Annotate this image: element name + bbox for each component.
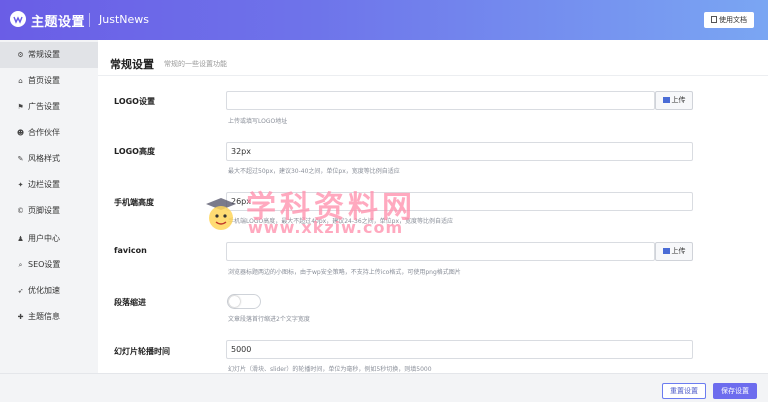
sidebar-item-label: 边栏设置 <box>28 180 60 189</box>
settings-panel: 常规设置 常规的一些设置功能 LOGO设置 上传 上传或填写LOGO地址 LOG… <box>98 40 768 402</box>
indent-help-text: 文章段落首行缩进2个文字宽度 <box>228 316 310 323</box>
indent-label: 段落缩进 <box>114 298 146 307</box>
sidebar-item-home[interactable]: ⌂ 首页设置 <box>0 68 98 94</box>
copyright-icon: © <box>17 207 24 215</box>
reset-settings-button[interactable]: 重置设置 <box>662 383 706 399</box>
section-divider <box>98 75 768 76</box>
slider-interval-help-text: 幻灯片（滑块、slider）的轮播时间，单位为毫秒，例如5秒切换，则填5000 <box>228 366 432 373</box>
mobile-height-help-text: 手机端LOGO高度，最大不超过40px，建议24-36之间，单位px，宽度等比例… <box>228 218 454 225</box>
favicon-label: favicon <box>114 246 147 255</box>
theme-name: JustNews <box>99 13 149 26</box>
logo-height-input[interactable]: 32px <box>226 142 693 161</box>
sidebar-item-general[interactable]: ⚙ 常规设置 <box>0 42 98 68</box>
favicon-upload-button[interactable]: 上传 <box>655 242 693 261</box>
toggle-knob <box>229 296 240 307</box>
sidebar-item-ads[interactable]: ⚑ 广告设置 <box>0 94 98 120</box>
footer-bar <box>0 373 768 402</box>
wordpress-logo-icon <box>10 11 26 27</box>
section-subtitle: 常规的一些设置功能 <box>164 60 227 68</box>
rocket-icon: ➶ <box>17 287 24 295</box>
users-icon: ☻ <box>16 129 25 137</box>
save-settings-button[interactable]: 保存设置 <box>713 383 757 399</box>
sidebar-item-sidebar[interactable]: ✦ 边栏设置 <box>0 172 98 198</box>
sidebar-item-footer[interactable]: © 页脚设置 <box>0 198 98 224</box>
sidebar-item-label: 首页设置 <box>28 76 60 85</box>
logo-help-text: 上传或填写LOGO地址 <box>228 118 288 125</box>
sidebar-item-label: 广告设置 <box>28 102 60 111</box>
mobile-height-label: 手机端高度 <box>114 198 154 207</box>
sidebar-item-label: 页脚设置 <box>28 206 60 215</box>
image-icon <box>662 248 670 254</box>
slider-interval-input[interactable]: 5000 <box>226 340 693 359</box>
logo-upload-button[interactable]: 上传 <box>655 91 693 110</box>
sidebar-item-label: 用户中心 <box>28 234 60 243</box>
sidebar-item-optimize[interactable]: ➶ 优化加速 <box>0 278 98 304</box>
sidebar-item-label: 风格样式 <box>28 154 60 163</box>
user-icon: ♟ <box>17 235 24 243</box>
gear-icon: ⚙ <box>17 51 24 59</box>
sidebar-item-partners[interactable]: ☻ 合作伙伴 <box>0 120 98 146</box>
sidebar-item-style[interactable]: ✎ 风格样式 <box>0 146 98 172</box>
sidebar-item-seo[interactable]: ⌕ SEO设置 <box>0 252 98 278</box>
document-icon <box>711 16 717 23</box>
brush-icon: ✎ <box>17 155 24 163</box>
logo-height-help-text: 最大不超过50px，建议30-40之间，单位px，宽度等比例自适应 <box>228 168 400 175</box>
sidebar-item-user-center[interactable]: ♟ 用户中心 <box>0 226 98 252</box>
upload-label: 上传 <box>671 247 686 255</box>
page-heading: 主题设置 <box>31 15 86 30</box>
sidebar-item-label: 主题信息 <box>28 312 60 321</box>
logo-label: LOGO设置 <box>114 97 155 106</box>
search-icon: ⌕ <box>18 261 23 269</box>
sidebar-item-label: 合作伙伴 <box>28 128 60 137</box>
slider-interval-label: 幻灯片轮播时间 <box>114 347 170 356</box>
home-icon: ⌂ <box>18 77 23 85</box>
upload-label: 上传 <box>671 96 686 104</box>
logo-height-label: LOGO高度 <box>114 147 155 156</box>
section-title: 常规设置 <box>110 58 154 71</box>
documentation-button-label: 使用文档 <box>719 16 747 24</box>
header-divider <box>89 13 90 27</box>
favicon-url-input[interactable] <box>226 242 655 261</box>
mobile-height-input[interactable]: 26px <box>226 192 693 211</box>
image-icon <box>662 97 670 103</box>
top-header: 主题设置 JustNews 使用文档 <box>0 0 768 40</box>
sidebar: ⚙ 常规设置 ⌂ 首页设置 ⚑ 广告设置 ☻ 合作伙伴 ✎ 风格样式 ✦ 边栏设置 © 页脚设… <box>0 40 98 402</box>
indent-toggle[interactable] <box>227 294 261 309</box>
sidebar-item-label: 常规设置 <box>28 50 60 59</box>
documentation-button[interactable]: 使用文档 <box>704 12 754 28</box>
flag-icon: ⚑ <box>17 103 24 111</box>
favicon-help-text: 浏览器标题两边的小图标，由于wp安全策略，不支持上传ico格式，可使用png格式… <box>228 269 461 276</box>
sidebar-item-label: SEO设置 <box>28 260 61 269</box>
sidebar-item-theme-info[interactable]: ✚ 主题信息 <box>0 304 98 330</box>
logo-url-input[interactable] <box>226 91 655 110</box>
sidebar-item-label: 优化加速 <box>28 286 60 295</box>
wrench-icon: ✚ <box>17 313 24 321</box>
puzzle-icon: ✦ <box>17 181 24 189</box>
